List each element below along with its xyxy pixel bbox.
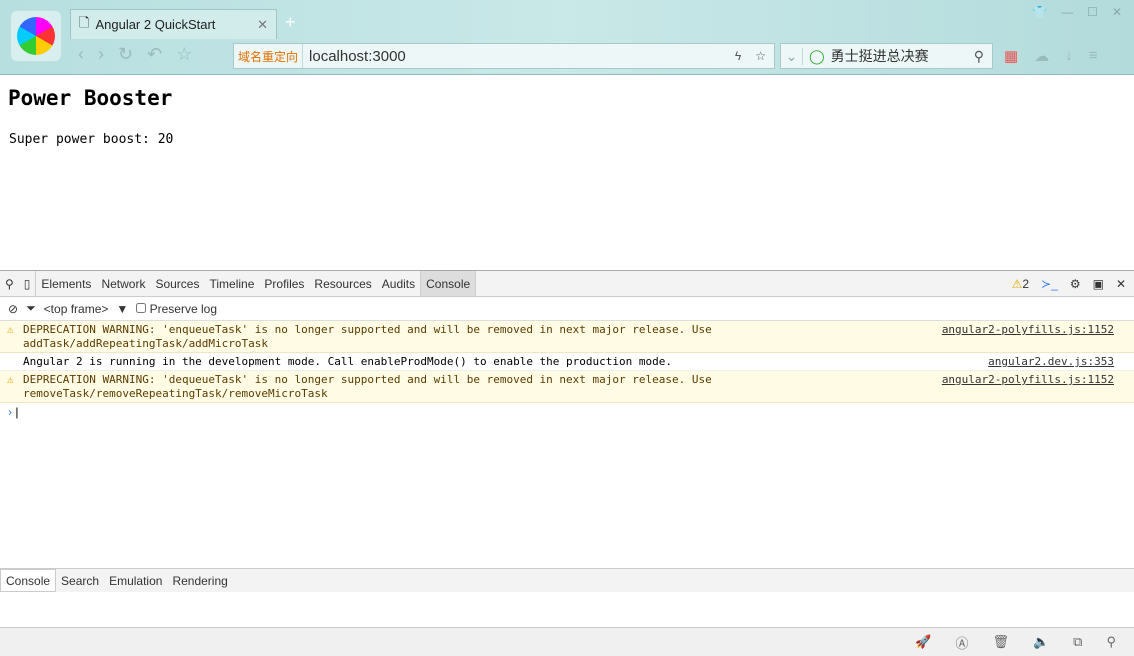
bookmark-star-icon[interactable]: ☆ (755, 49, 766, 63)
maximize-button[interactable]: ☐ (1087, 5, 1098, 19)
source-link[interactable]: angular2-polyfills.js:1152 (942, 373, 1114, 387)
download-icon[interactable]: ↓ (1065, 47, 1073, 65)
minimize-button[interactable]: — (1061, 5, 1073, 19)
window-icon[interactable]: ⧉ (1073, 634, 1082, 650)
power-boost-text: Super power boost: 20 (9, 132, 174, 147)
drawer-tab-console[interactable]: Console (0, 569, 57, 592)
browser-chrome: 🗋 Angular 2 QuickStart ✕ + 👕 — ☐ ✕ ‹ › ↻… (0, 0, 1134, 75)
console-message: Angular 2 is running in the development … (0, 353, 1134, 371)
tab-elements[interactable]: Elements (36, 271, 96, 296)
gear-icon[interactable]: ⚙ (1070, 277, 1081, 291)
rocket-icon[interactable]: 🚀 (915, 634, 931, 650)
console-message: ⚠ DEPRECATION WARNING: 'enqueueTask' is n… (0, 321, 1134, 353)
drawer-tab-emulation[interactable]: Emulation (104, 569, 167, 592)
close-devtools-icon[interactable]: ✕ (1116, 277, 1126, 291)
page-icon: 🗋 (79, 14, 90, 30)
tab-profiles[interactable]: Profiles (259, 271, 309, 296)
warning-icon: ⚠ (7, 373, 14, 386)
forward-button[interactable]: › (98, 44, 104, 65)
console-input[interactable]: › | (0, 403, 1134, 421)
clear-console-icon[interactable]: ⊘ (8, 302, 18, 316)
tab-angular-quickstart[interactable]: 🗋 Angular 2 QuickStart ✕ (70, 9, 277, 39)
url-input[interactable]: localhost:3000 (303, 48, 406, 65)
status-bar: 🚀 Ⓐ 🗑 🔈 ⧉ ⚲ (0, 627, 1134, 656)
cloud-icon[interactable]: ☁ (1034, 47, 1049, 65)
dock-icon[interactable]: ▣ (1093, 277, 1104, 291)
search-icon[interactable]: ⚲ (974, 48, 992, 65)
drawer-tab-rendering[interactable]: Rendering (167, 569, 232, 592)
trash-icon[interactable]: 🗑 (992, 634, 1009, 650)
lightning-icon[interactable]: ϟ (735, 49, 741, 63)
tab-audits[interactable]: Audits (377, 271, 420, 296)
new-tab-button[interactable]: + (285, 12, 296, 33)
zoom-icon[interactable]: ⚲ (1106, 634, 1116, 650)
page-content: Power Booster Super power boost: 20 (0, 76, 1134, 270)
inspect-icon[interactable]: ⚲ (0, 271, 19, 296)
device-mode-icon[interactable]: ▯ (19, 271, 37, 296)
reload-button[interactable]: ↻ (118, 44, 133, 65)
close-tab-icon[interactable]: ✕ (257, 17, 268, 33)
tab-console[interactable]: Console (420, 271, 477, 296)
filter-icon[interactable]: ⏷ (26, 301, 36, 316)
source-link[interactable]: angular2-polyfills.js:1152 (942, 323, 1114, 337)
tab-resources[interactable]: Resources (309, 271, 376, 296)
dropdown-arrow-icon[interactable]: ▼ (116, 302, 128, 316)
skin-icon[interactable]: 👕 (1032, 5, 1047, 19)
speedup-icon[interactable]: Ⓐ (955, 633, 968, 652)
apps-icon[interactable]: ▦ (1004, 47, 1018, 65)
redirect-label[interactable]: 域名重定向 (234, 44, 304, 68)
tab-timeline[interactable]: Timeline (204, 271, 259, 296)
menu-icon[interactable]: ≡ (1089, 47, 1098, 65)
favorites-icon[interactable]: ☆ (176, 44, 192, 65)
address-bar[interactable]: 域名重定向 localhost:3000 ϟ ☆ (233, 43, 775, 69)
frame-select[interactable]: <top frame> (44, 302, 109, 316)
console-message: ⚠ DEPRECATION WARNING: 'dequeueTask' is n… (0, 371, 1134, 403)
drawer-tab-search[interactable]: Search (56, 569, 104, 592)
search-box[interactable]: ⌄ ◯ 勇士挺进总决赛 ⚲ (780, 43, 993, 69)
undo-close-button[interactable]: ↶ (147, 44, 162, 65)
search-input[interactable]: 勇士挺进总决赛 (831, 46, 929, 66)
tab-sources[interactable]: Sources (150, 271, 204, 296)
console-drawer-icon[interactable]: ≻_ (1041, 277, 1058, 291)
tab-network[interactable]: Network (96, 271, 150, 296)
sound-icon[interactable]: 🔈 (1033, 634, 1049, 650)
back-button[interactable]: ‹ (78, 44, 84, 65)
devtools-panel: ⚲ ▯ Elements Network Sources Timeline Pr… (0, 270, 1134, 656)
search-engine-icon: ◯ (809, 47, 825, 64)
browser-logo[interactable] (11, 11, 61, 61)
close-window-button[interactable]: ✕ (1112, 5, 1122, 19)
warning-icon: ⚠ (7, 323, 14, 336)
page-title: Power Booster (8, 86, 173, 110)
source-link[interactable]: angular2.dev.js:353 (988, 355, 1114, 369)
tab-title: Angular 2 QuickStart (95, 17, 216, 32)
warning-count[interactable]: ⚠2 (1012, 277, 1029, 291)
preserve-log-checkbox[interactable]: Preserve log (136, 302, 217, 316)
chevron-down-icon[interactable]: ⌄ (781, 47, 803, 65)
